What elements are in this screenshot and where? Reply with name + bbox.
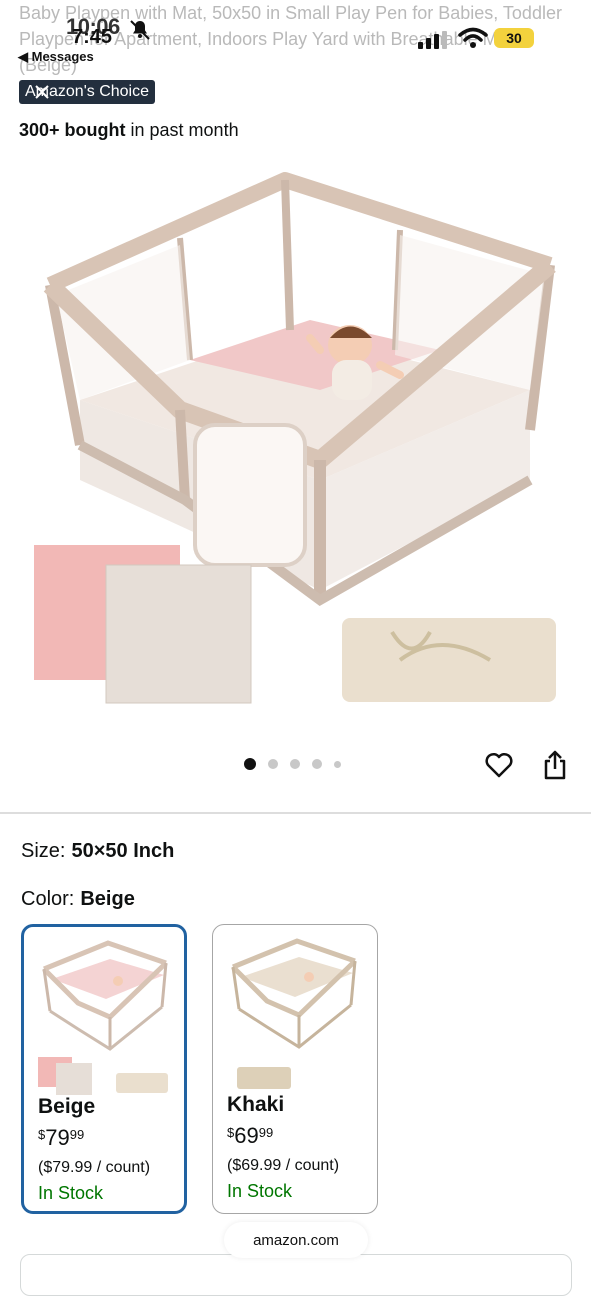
product-image[interactable] [20,160,580,720]
status-bar: Baby Playpen with Mat, 50x50 in Small Pl… [0,0,591,78]
notification-bell-icon [130,20,150,40]
amazons-choice-badge: Amazon's Choice [19,80,155,104]
carousel-dot-5[interactable] [334,760,341,768]
price-symbol: $ [38,1127,46,1142]
status-time: 7:45 [72,26,113,48]
price-symbol: $ [227,1125,235,1140]
section-divider [0,812,591,814]
carousel-dot-4[interactable] [312,759,322,769]
color-option-beige[interactable]: Beige $7999 ($79.99 / count) In Stock [21,924,187,1214]
heart-icon[interactable] [484,750,514,780]
color-option-availability: In Stock [38,1183,104,1203]
carousel-dot-3[interactable] [290,759,300,769]
color-option-unit-price: ($69.99 / count) [227,1157,340,1174]
price-whole: 69 [234,1123,259,1148]
color-label: Color: [21,888,75,910]
color-option-price: $6999 [227,1123,273,1149]
color-option-name: Beige [38,1095,96,1118]
purchase-count-bold: 300+ bought [19,120,126,140]
color-option-availability: In Stock [227,1181,293,1201]
size-value: 50×50 Inch [71,840,175,862]
delivery-info-card[interactable] [20,1254,572,1296]
color-option-name: Khaki [227,1093,285,1116]
color-option-price: $7999 [38,1125,84,1151]
battery-icon: 30 [494,28,534,48]
wifi-icon [458,27,488,48]
carousel-dot-2[interactable] [268,759,278,769]
purchase-count-rest: in past month [125,120,239,140]
purchase-count: 300+ bought in past month [19,120,239,141]
share-icon[interactable] [540,749,570,781]
image-carousel-indicator[interactable] [244,758,341,770]
close-icon [35,85,49,99]
price-fraction: 99 [69,1127,85,1142]
color-option-thumbnail [38,940,168,1095]
carousel-dot-1[interactable] [244,758,256,770]
cellular-signal-icon [418,31,447,49]
color-selector: Color: Beige [21,888,135,911]
size-label: Size: [21,840,66,862]
color-option-thumbnail [231,938,357,1089]
price-whole: 79 [45,1125,70,1150]
color-option-unit-price: ($79.99 / count) [38,1159,151,1176]
browser-url-pill[interactable]: amazon.com [224,1222,368,1258]
color-option-khaki[interactable]: Khaki $6999 ($69.99 / count) In Stock [212,924,378,1214]
size-selector: Size: 50×50 Inch [21,840,174,863]
back-to-messages-link[interactable]: ◀ Messages [18,49,94,65]
color-value: Beige [80,888,135,910]
price-fraction: 99 [258,1125,274,1140]
